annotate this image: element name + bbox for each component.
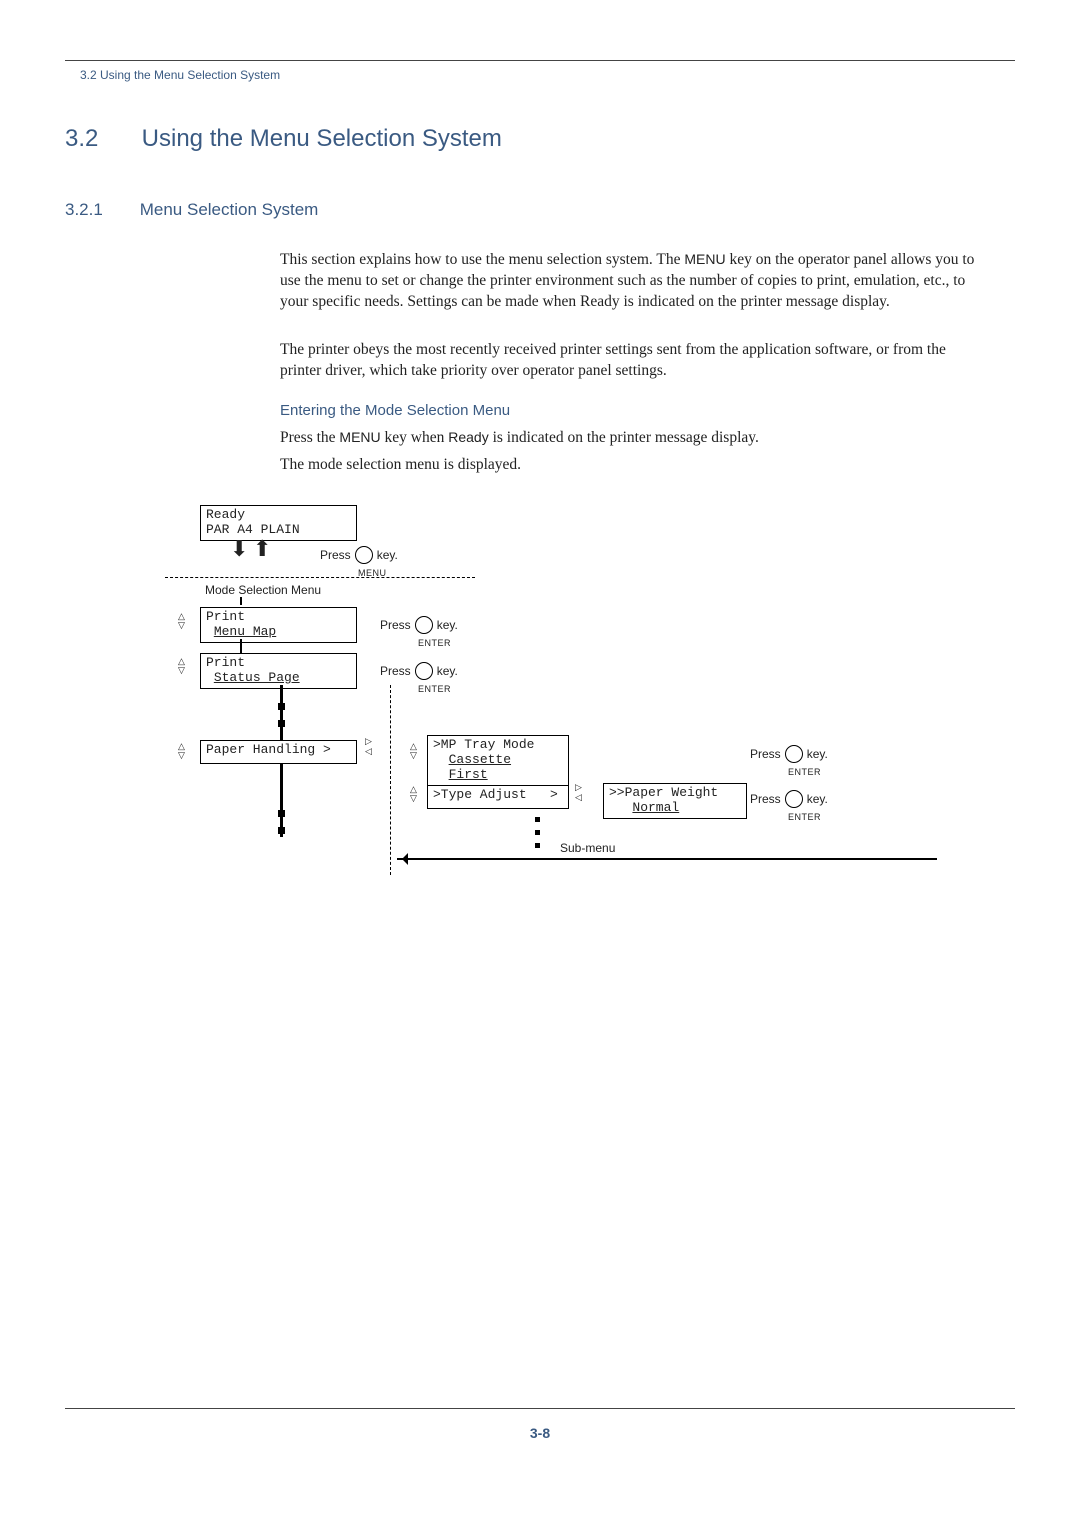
rightleft-icon: ▷◁ (575, 783, 582, 803)
menu-key-text: MENU (684, 251, 725, 267)
top-rule (65, 60, 1015, 61)
updown-icon: △▽ (410, 785, 417, 803)
submenu-label: Sub-menu (560, 841, 615, 855)
mode-selection-menu-label: Mode Selection Menu (205, 583, 321, 597)
running-header: 3.2 Using the Menu Selection System (80, 68, 280, 82)
menu-key-text: MENU (339, 429, 380, 445)
button-icon (415, 616, 433, 634)
subsection-number: 3.2.1 (65, 200, 135, 220)
dashed-v-line (390, 685, 391, 875)
updown-icon: △▽ (410, 742, 417, 760)
updown-icon: △▽ (178, 612, 185, 630)
lcd-ready: Ready PAR A4 PLAIN (200, 505, 357, 541)
v-connector (240, 597, 242, 605)
button-icon (355, 546, 373, 564)
paragraph-2: The printer obeys the most recently rece… (280, 340, 980, 382)
subheading: Entering the Mode Selection Menu (280, 402, 510, 419)
v-connector (240, 639, 242, 653)
press-enter-key: Presskey. ENTER (380, 662, 458, 680)
lcd-print-menu-map: Print Menu Map (200, 607, 357, 643)
dots-continuation-icon (535, 817, 540, 848)
enter-label: ENTER (418, 684, 451, 694)
submenu-arrow (397, 858, 937, 860)
button-icon (415, 662, 433, 680)
lcd-type-adjust: >Type Adjust > (427, 785, 569, 809)
press-enter-key: Presskey. ENTER (750, 790, 828, 808)
lcd-paper-weight: >>Paper Weight Normal (603, 783, 747, 819)
section-number: 3.2 (65, 125, 135, 153)
lcd-paper-handling: Paper Handling > (200, 740, 357, 764)
press-enter-key: Presskey. ENTER (380, 616, 458, 634)
lcd-print-status-page: Print Status Page (200, 653, 357, 689)
paragraph-4: The mode selection menu is displayed. (280, 455, 980, 476)
rightleft-icon: ▷◁ (365, 737, 372, 757)
up-arrow-icon: ⬆ (253, 538, 271, 560)
updown-icon: △▽ (178, 742, 185, 760)
lcd-mp-tray-mode: >MP Tray Mode Cassette First (427, 735, 569, 786)
button-icon (785, 790, 803, 808)
subsection-title: Menu Selection System (140, 200, 319, 219)
subsection-heading: 3.2.1 Menu Selection System (65, 200, 318, 220)
dots-continuation-icon (278, 810, 285, 834)
paragraph-1: This section explains how to use the men… (280, 250, 980, 313)
enter-label: ENTER (418, 638, 451, 648)
press-menu-key: Press key. MENU (320, 546, 398, 564)
dots-continuation-icon (278, 703, 285, 727)
paragraph-3: Press the MENU key when Ready is indicat… (280, 428, 980, 449)
updown-icon: △▽ (178, 657, 185, 675)
down-arrow-icon: ⬇ (230, 538, 248, 560)
bottom-rule (65, 1408, 1015, 1409)
page-number: 3-8 (0, 1425, 1080, 1441)
press-enter-key: Presskey. ENTER (750, 745, 828, 763)
section-heading: 3.2 Using the Menu Selection System (65, 125, 502, 153)
button-icon (785, 745, 803, 763)
section-title: Using the Menu Selection System (142, 125, 502, 152)
enter-label: ENTER (788, 812, 821, 822)
dashed-separator (165, 577, 475, 578)
enter-label: ENTER (788, 767, 821, 777)
ready-text: Ready (448, 429, 488, 445)
menu-diagram: Ready PAR A4 PLAIN ⬇ ⬆ Press key. MENU M… (65, 505, 1015, 905)
